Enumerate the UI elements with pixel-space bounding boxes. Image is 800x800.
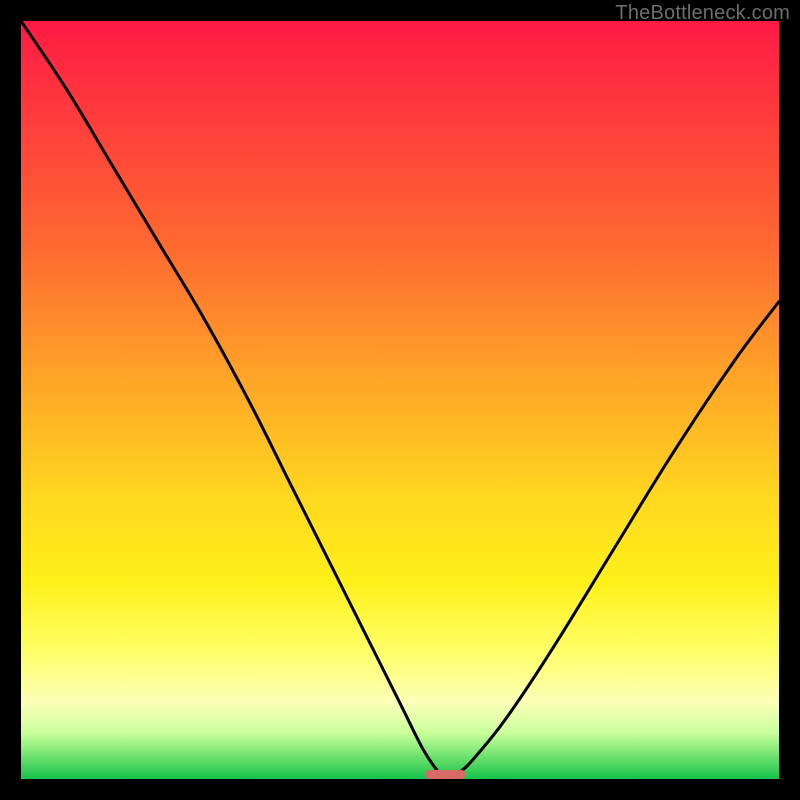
outer-frame: TheBottleneck.com [0, 0, 800, 800]
curve-path [21, 21, 779, 779]
bottleneck-curve [21, 21, 779, 779]
optimal-marker [425, 770, 465, 779]
watermark-text: TheBottleneck.com [615, 2, 790, 25]
